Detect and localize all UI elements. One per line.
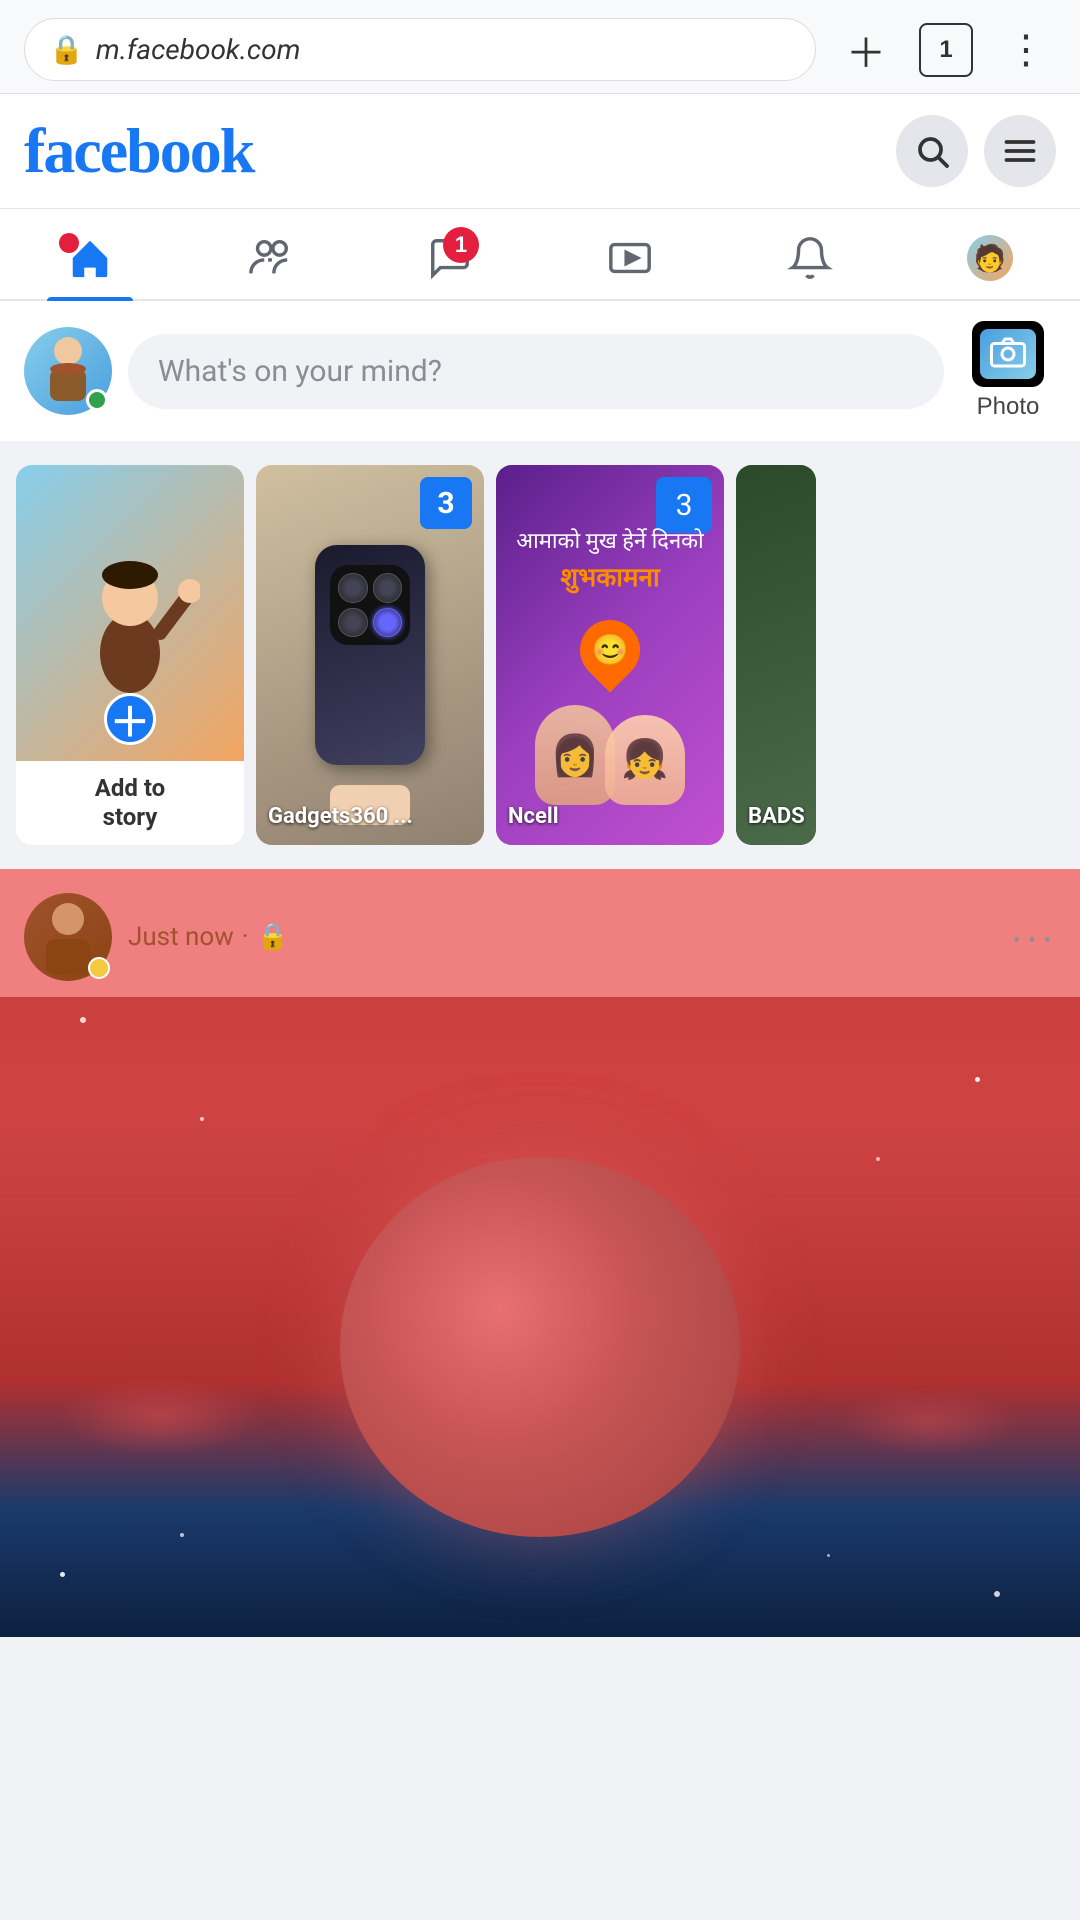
- online-status-dot: [86, 389, 108, 411]
- facebook-header: facebook: [0, 94, 1080, 209]
- header-actions: [896, 115, 1056, 187]
- privacy-lock-icon: 🔒: [257, 922, 289, 952]
- post-more-button[interactable]: ···: [1010, 915, 1056, 960]
- facebook-logo[interactable]: facebook: [24, 114, 253, 188]
- gadgets-story-label: Gadgets360 ...: [268, 804, 413, 829]
- lock-icon: 🔒: [49, 33, 84, 66]
- tab-count: 1: [919, 23, 973, 77]
- add-photo-button[interactable]: Photo: [960, 321, 1056, 421]
- gadgets-story-count: 3: [420, 477, 472, 529]
- menu-button[interactable]: [984, 115, 1056, 187]
- post-time: Just now · 🔒: [128, 922, 289, 952]
- post-moon: [340, 1157, 740, 1537]
- post-input-field[interactable]: What's on your mind?: [128, 334, 944, 409]
- story-bads[interactable]: BADS: [736, 465, 816, 845]
- star-5: [60, 1572, 65, 1577]
- star-6: [180, 1533, 184, 1537]
- post-image: [0, 997, 1080, 1637]
- post-input-area: What's on your mind? Photo: [0, 301, 1080, 449]
- new-tab-button[interactable]: ＋: [836, 20, 896, 80]
- ncell-text-area: आमाको मुख हेर्ने दिनको शुभकामना: [496, 525, 724, 594]
- camera-icon: [990, 336, 1026, 372]
- star-4: [876, 1157, 880, 1161]
- bads-story-bg: [736, 465, 816, 845]
- cloud-left: [60, 1377, 260, 1457]
- bell-icon: [787, 235, 833, 281]
- more-options-button[interactable]: ⋮: [996, 20, 1056, 80]
- post-card: Just now · 🔒 ···: [0, 869, 1080, 1637]
- nav-item-notifications[interactable]: [767, 225, 853, 291]
- browser-chrome: 🔒 m.facebook.com ＋ 1 ⋮: [0, 0, 1080, 94]
- photo-icon-inner: [980, 329, 1036, 379]
- add-story-label-area: Add tostory: [16, 761, 244, 845]
- stories-section: ＋ Add tostory: [0, 449, 1080, 869]
- profile-avatar-small: 🧑: [967, 235, 1013, 281]
- post-author-avatar[interactable]: [24, 893, 112, 981]
- star-2: [200, 1117, 204, 1121]
- story-avatar-figure: [60, 513, 200, 713]
- star-1: [80, 1017, 86, 1023]
- photo-icon: [972, 321, 1044, 387]
- add-story-plus-btn[interactable]: ＋: [104, 693, 156, 745]
- tab-switcher-button[interactable]: 1: [916, 20, 976, 80]
- ncell-pin-icon: 😊: [580, 620, 640, 690]
- add-story-card[interactable]: ＋ Add tostory: [16, 465, 244, 845]
- star-8: [827, 1554, 830, 1557]
- ncell-story-label: Ncell: [508, 804, 559, 829]
- story-ncell[interactable]: 3 आमाको मुख हेर्ने दिनको शुभकामना 😊 👩 👧 …: [496, 465, 724, 845]
- watch-icon: [607, 235, 653, 281]
- nav-item-messenger[interactable]: 1: [407, 225, 493, 291]
- user-avatar-container: [24, 327, 112, 415]
- browser-toolbar: 🔒 m.facebook.com ＋ 1 ⋮: [24, 18, 1056, 81]
- post-header: Just now · 🔒 ···: [0, 869, 1080, 997]
- nav-item-home[interactable]: [47, 225, 133, 291]
- search-button[interactable]: [896, 115, 968, 187]
- ncell-people: 👩 👧: [496, 705, 724, 805]
- post-online-indicator: [88, 957, 110, 979]
- bads-story-label: BADS: [748, 804, 805, 829]
- cloud-right: [840, 1387, 1020, 1457]
- messenger-badge: 1: [443, 227, 479, 263]
- photo-label: Photo: [977, 393, 1040, 421]
- nav-item-friends[interactable]: [227, 225, 313, 291]
- friends-icon: [247, 235, 293, 281]
- story-gadgets360[interactable]: 3 Gadgets360 ...: [256, 465, 484, 845]
- post-meta: Just now · 🔒: [128, 922, 289, 952]
- address-bar[interactable]: 🔒 m.facebook.com: [24, 18, 816, 81]
- url-text: m.facebook.com: [96, 33, 301, 66]
- post-header-left: Just now · 🔒: [24, 893, 289, 981]
- star-3: [975, 1077, 980, 1082]
- navigation-bar: 1 🧑: [0, 209, 1080, 301]
- nav-item-watch[interactable]: [587, 225, 673, 291]
- nav-item-profile-menu[interactable]: 🧑: [947, 225, 1033, 291]
- add-story-label: Add tostory: [95, 774, 165, 832]
- star-7: [994, 1591, 1000, 1597]
- home-notification-dot: [59, 233, 79, 253]
